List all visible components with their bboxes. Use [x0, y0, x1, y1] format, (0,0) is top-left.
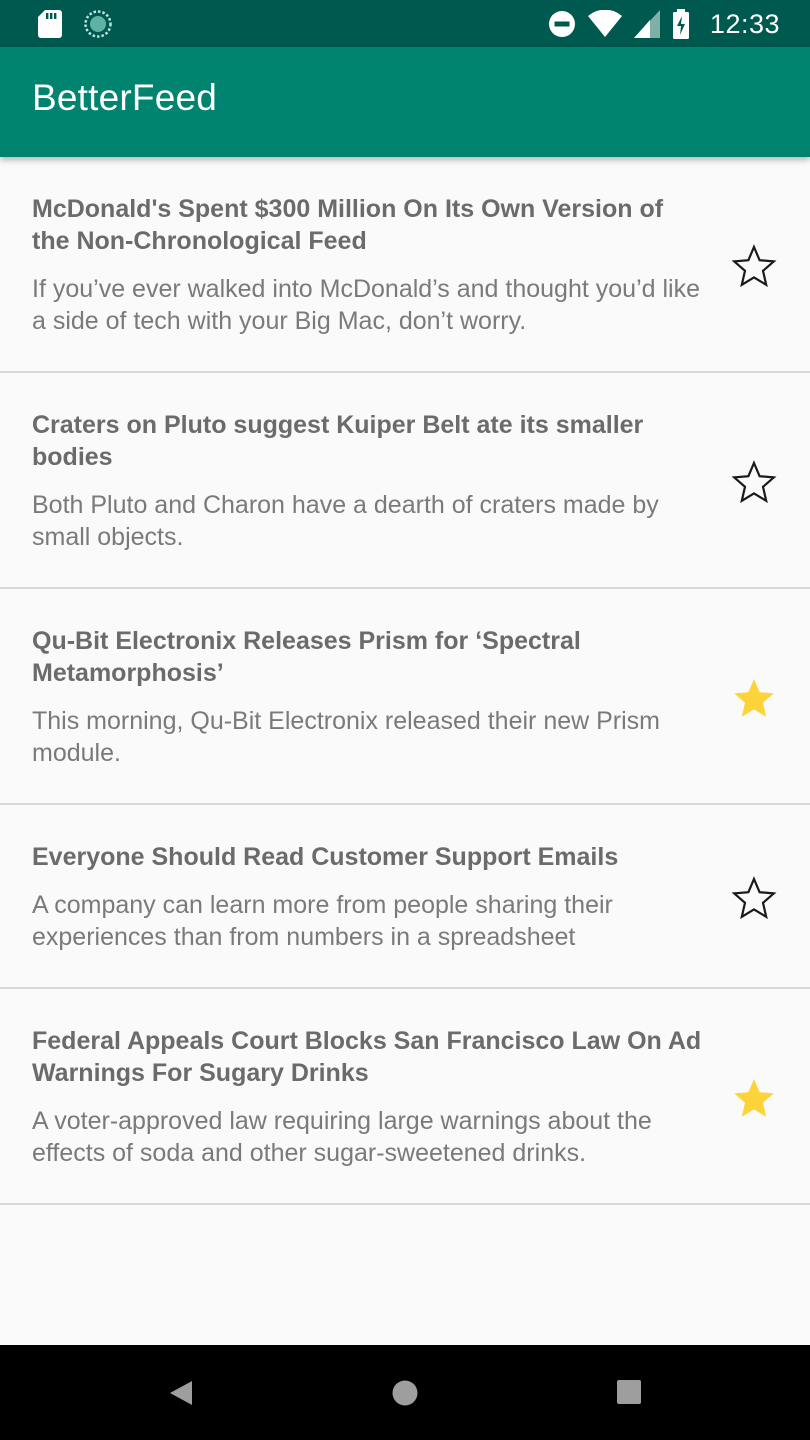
- feed-item-description: If you’ve ever walked into McDonald’s an…: [32, 275, 700, 335]
- feed-item-description: A company can learn more from people sha…: [32, 891, 613, 951]
- clock: 12:33: [709, 8, 780, 39]
- navigation-bar: [0, 1345, 810, 1440]
- feed-item-title: McDonald's Spent $300 Million On Its Own…: [32, 195, 664, 255]
- sync-icon: [84, 10, 112, 38]
- feed-item-text: Qu-Bit Electronix Releases Prism for ‘Sp…: [32, 625, 702, 769]
- feed-item-text: Craters on Pluto suggest Kuiper Belt ate…: [32, 409, 702, 553]
- feed-item-title: Craters on Pluto suggest Kuiper Belt ate…: [32, 411, 644, 471]
- feed-item[interactable]: McDonald's Spent $300 Million On Its Own…: [0, 157, 810, 373]
- feed-item[interactable]: Everyone Should Read Customer Support Em…: [0, 805, 810, 989]
- feed-list: McDonald's Spent $300 Million On Its Own…: [0, 157, 810, 1205]
- do-not-disturb-icon: [548, 11, 575, 37]
- feed-item[interactable]: Qu-Bit Electronix Releases Prism for ‘Sp…: [0, 589, 810, 805]
- star-outline-icon[interactable]: [730, 458, 778, 506]
- feed-item-title: Federal Appeals Court Blocks San Francis…: [32, 1027, 702, 1087]
- signal-icon: [633, 10, 660, 38]
- feed-item-text: Federal Appeals Court Blocks San Francis…: [32, 1025, 702, 1169]
- app-title: BetterFeed: [32, 77, 218, 118]
- status-bar: 12:33: [0, 0, 810, 47]
- wifi-icon: [587, 10, 622, 37]
- feed-item[interactable]: Craters on Pluto suggest Kuiper Belt ate…: [0, 373, 810, 589]
- star-outline-icon[interactable]: [730, 874, 778, 922]
- star-outline-icon[interactable]: [730, 242, 778, 290]
- battery-charging-icon: [672, 9, 689, 39]
- feed-item-title: Qu-Bit Electronix Releases Prism for ‘Sp…: [32, 627, 581, 687]
- star-filled-icon[interactable]: [730, 674, 778, 722]
- feed-item[interactable]: Federal Appeals Court Blocks San Francis…: [0, 989, 810, 1205]
- recents-icon[interactable]: [616, 1379, 642, 1405]
- feed-item-text: Everyone Should Read Customer Support Em…: [32, 841, 702, 953]
- feed-item-text: McDonald's Spent $300 Million On Its Own…: [32, 193, 702, 337]
- app-bar: BetterFeed: [0, 47, 810, 157]
- sd-card-icon: [38, 10, 62, 38]
- home-icon[interactable]: [391, 1379, 419, 1407]
- back-icon[interactable]: [168, 1379, 194, 1407]
- feed-item-description: This morning, Qu-Bit Electronix released…: [32, 707, 661, 767]
- feed-item-description: A voter-approved law requiring large war…: [32, 1107, 652, 1167]
- feed-item-title: Everyone Should Read Customer Support Em…: [32, 843, 619, 871]
- star-filled-icon[interactable]: [730, 1074, 778, 1122]
- feed-item-description: Both Pluto and Charon have a dearth of c…: [32, 491, 659, 551]
